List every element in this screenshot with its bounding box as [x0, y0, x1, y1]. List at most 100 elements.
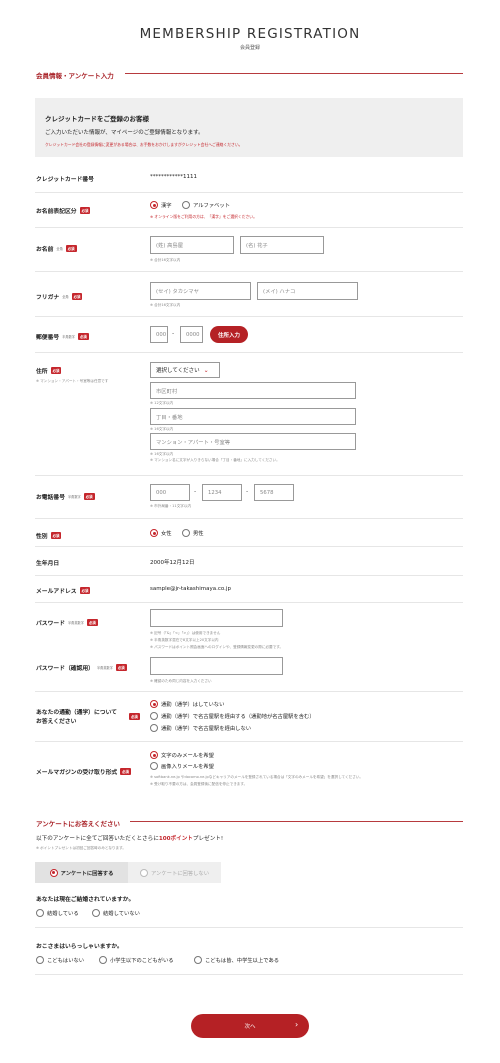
- commute-option-1-radio[interactable]: 通勤（通学）はしていない: [150, 700, 224, 708]
- name-type-alphabet-radio[interactable]: アルファベット: [182, 201, 230, 209]
- password-label-text: パスワード: [36, 621, 65, 627]
- newsletter-label-text: メールマガジンの受け取り形式: [36, 770, 118, 776]
- survey-q1-label: あなたは現在ご結婚されていますか。: [36, 894, 134, 903]
- postal-code-2-input[interactable]: 0000: [180, 326, 203, 343]
- married-yes-radio[interactable]: 結婚している: [36, 909, 79, 917]
- row-divider: [35, 475, 463, 476]
- row-divider: [35, 352, 463, 353]
- row-divider: [35, 546, 463, 547]
- radio-label: 男性: [193, 531, 204, 537]
- required-badge: 必須: [129, 713, 140, 720]
- phone-label-text: お電話番号: [36, 495, 65, 501]
- radio-icon: [92, 909, 100, 917]
- card-number-value: ************1111: [150, 174, 197, 180]
- row-divider: [35, 575, 463, 576]
- commute-option-2-radio[interactable]: 通勤（通学）で名古屋駅を経由する（通勤地が名古屋駅を含む）: [150, 712, 315, 720]
- city-input[interactable]: 市区町村: [150, 382, 356, 399]
- commute-label-line2: お答えください: [36, 719, 77, 725]
- radio-icon: [182, 201, 190, 209]
- children-elementary-radio[interactable]: 小学生以下のこどもがいる: [99, 956, 174, 964]
- password-confirm-hint: ※ 確認のため同じ内容を入力ください: [150, 679, 212, 683]
- next-button-label: 次へ: [244, 1024, 256, 1030]
- survey-q2-label: おこさまはいらっしゃいますか。: [36, 941, 123, 950]
- address-lookup-button[interactable]: 住所入力: [210, 326, 248, 343]
- newsletter-label: メールマガジンの受け取り形式 必須: [36, 767, 131, 776]
- phone-dash: -: [194, 488, 197, 495]
- kana-label: フリガナ 全角 必須: [36, 292, 83, 301]
- password-input[interactable]: [150, 609, 283, 627]
- zenkaku-tag: 全角: [62, 295, 69, 299]
- phone-2-input[interactable]: 1234: [202, 484, 242, 501]
- last-name-kana-input[interactable]: (セイ) タカシマヤ: [150, 282, 251, 300]
- radio-label: 画像入りメールを希望: [161, 764, 214, 770]
- married-no-radio[interactable]: 結婚していない: [92, 909, 140, 917]
- gender-male-radio[interactable]: 男性: [182, 529, 204, 537]
- survey-intro-tail: プレゼント!: [192, 836, 224, 842]
- birthday-label: 生年月日: [36, 558, 59, 567]
- page-title: MEMBERSHIP REGISTRATION: [139, 26, 361, 42]
- building-hint-1: ※ 16文字以内: [150, 452, 174, 456]
- hankaku-tag: 半角数字: [68, 495, 81, 499]
- password-hint-2: ※ 半角英数字混在で8文字以上20文字以内: [150, 638, 219, 642]
- name-hint: ※ 合計16文字以内: [150, 258, 181, 262]
- tab-label: アンケートに回答する: [60, 870, 114, 877]
- name-type-note: ※ オンライン版をご利用の方は、「漢字」をご選択ください。: [150, 214, 257, 219]
- password-label: パスワード 半角英数字 必須: [36, 618, 98, 627]
- name-type-kanji-radio[interactable]: 漢字: [150, 201, 172, 209]
- password-confirm-label: パスワード（確認用） 半角英数字 必須: [36, 663, 127, 672]
- row-divider: [35, 741, 463, 742]
- children-juniorhigh-radio[interactable]: こどもは皆、中学生以上である: [194, 956, 279, 964]
- required-badge: 必須: [79, 207, 91, 214]
- next-button[interactable]: 次へ ›: [191, 1014, 309, 1038]
- last-name-input[interactable]: (姓) 高島屋: [150, 236, 234, 254]
- password-confirm-input[interactable]: [150, 657, 283, 675]
- kana-label-text: フリガナ: [36, 295, 60, 301]
- postal-code-1-input[interactable]: 000: [150, 326, 168, 343]
- row-divider: [35, 192, 463, 193]
- radio-selected-icon: [49, 868, 58, 877]
- radio-label: 通勤（通学）で名古屋駅を経由する（通勤地が名古屋駅を含む）: [161, 714, 315, 720]
- tab-label: アンケートに回答しない: [150, 870, 210, 877]
- newsletter-hint-1: ※ softbank.ne.jp やdocomo.ne.jpなどキャリアのメール…: [150, 775, 364, 779]
- kana-hint: ※ 合計16文字以内: [150, 303, 181, 307]
- password-confirm-label-text: パスワード（確認用）: [36, 666, 94, 672]
- commute-option-3-radio[interactable]: 通勤（通学）で名古屋駅を経由しない: [150, 724, 251, 732]
- required-badge: 必須: [115, 664, 127, 671]
- required-badge: 必須: [120, 768, 131, 775]
- children-none-radio[interactable]: こどもはいない: [36, 956, 84, 964]
- survey-intro: 以下のアンケートに全てご回答いただくとさらに100ポイントプレゼント!: [36, 834, 223, 842]
- email-value: sample@jr-takashimaya.co.jp: [150, 586, 231, 592]
- email-label-text: メールアドレス: [36, 589, 77, 595]
- section-divider: [130, 821, 463, 822]
- radio-selected-icon: [150, 751, 158, 759]
- radio-label: 文字のみメールを希望: [161, 753, 214, 759]
- required-badge: 必須: [71, 293, 83, 300]
- page-subtitle: 会員登録: [239, 45, 260, 51]
- gender-female-radio[interactable]: 女性: [150, 529, 172, 537]
- birthday-label-text: 生年月日: [36, 561, 60, 567]
- birthday-value: 2000年12月12日: [150, 560, 195, 566]
- prefecture-select[interactable]: 選択してください ⌄: [150, 362, 220, 378]
- radio-icon: [182, 529, 190, 537]
- first-name-kana-input[interactable]: (メイ) ハナコ: [257, 282, 358, 300]
- radio-selected-icon: [150, 700, 158, 708]
- survey-answer-tab[interactable]: アンケートに回答する: [35, 862, 128, 883]
- phone-dash: -: [246, 488, 249, 495]
- radio-icon: [150, 724, 158, 732]
- row-divider: [35, 227, 463, 228]
- survey-skip-tab[interactable]: アンケートに回答しない: [128, 862, 221, 883]
- radio-label: 通勤（通学）はしていない: [161, 702, 225, 708]
- city-hint: ※ 12文字以内: [150, 401, 174, 405]
- section-heading-label: 会員情報・アンケート入力: [36, 72, 114, 80]
- street-input[interactable]: 丁目・番地: [150, 408, 356, 425]
- newsletter-text-radio[interactable]: 文字のみメールを希望: [150, 751, 214, 759]
- commute-label-line1: あなたの通勤（通学）について: [36, 710, 117, 716]
- newsletter-image-radio[interactable]: 画像入りメールを希望: [150, 762, 214, 770]
- first-name-input[interactable]: (名) 花子: [240, 236, 324, 254]
- phone-3-input[interactable]: 5678: [254, 484, 294, 501]
- zenkaku-tag: 全角: [56, 247, 63, 251]
- phone-1-input[interactable]: 000: [150, 484, 190, 501]
- street-hint: ※ 16文字以内: [150, 427, 174, 431]
- building-input[interactable]: マンション・アパート・号室等: [150, 433, 356, 450]
- card-number-label-text: クレジットカード番号: [36, 177, 94, 183]
